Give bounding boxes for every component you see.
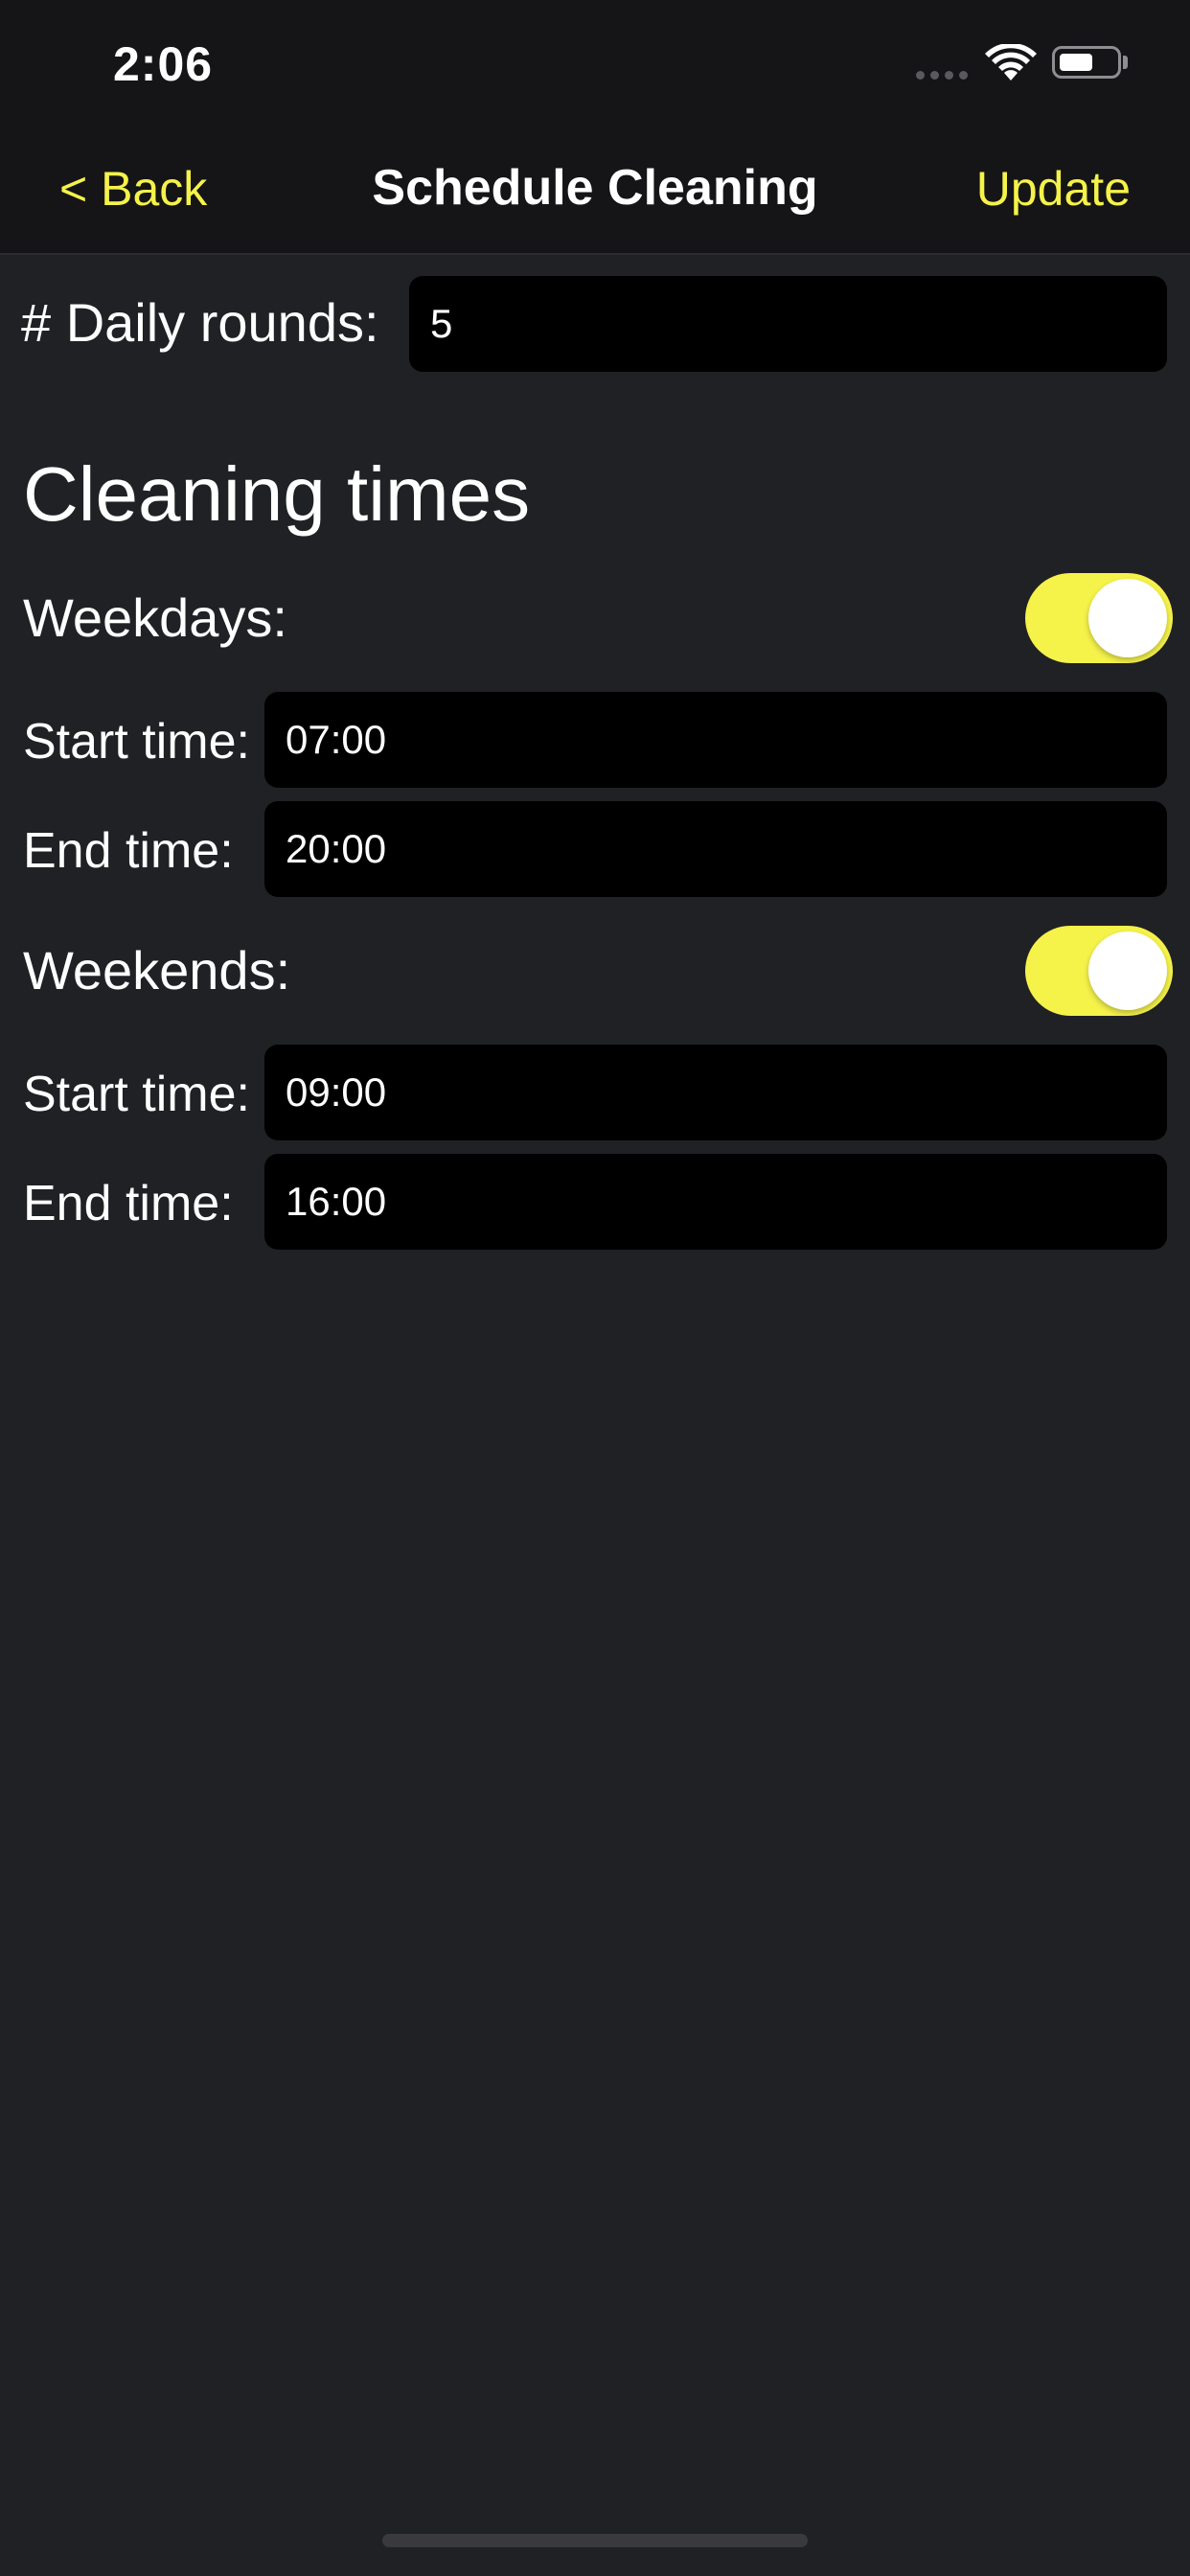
cellular-signal-icon [916, 71, 968, 80]
weekends-start-input[interactable]: 09:00 [264, 1045, 1167, 1140]
battery-tip [1123, 56, 1128, 69]
weekdays-start-input[interactable]: 07:00 [264, 692, 1167, 788]
weekdays-toggle-knob [1088, 579, 1167, 657]
weekends-label: Weekends: [23, 940, 291, 1000]
daily-rounds-value: 5 [430, 301, 453, 346]
header: 2:06 Schedule Cleaning < Back Update [0, 0, 1190, 255]
wifi-icon [985, 44, 1037, 80]
back-button[interactable]: < Back [59, 161, 207, 217]
weekdays-toggle[interactable] [1025, 573, 1173, 663]
weekdays-end-input[interactable]: 20:00 [264, 801, 1167, 897]
cleaning-times-title: Cleaning times [23, 451, 531, 537]
update-button[interactable]: Update [976, 161, 1131, 217]
weekends-start-value: 09:00 [286, 1070, 387, 1115]
weekdays-end-value: 20:00 [286, 826, 387, 871]
weekdays-label: Weekdays: [23, 587, 287, 648]
schedule-cleaning-screen: 2:06 Schedule Cleaning < Back Update # D… [0, 0, 1190, 2576]
daily-rounds-input[interactable]: 5 [409, 276, 1167, 372]
status-time: 2:06 [113, 37, 214, 91]
daily-rounds-label: # Daily rounds: [21, 292, 379, 353]
home-indicator[interactable] [382, 2534, 808, 2547]
weekdays-start-label: Start time: [23, 714, 250, 770]
battery-icon [1052, 46, 1121, 79]
weekends-end-label: End time: [23, 1176, 234, 1231]
weekends-toggle-knob [1088, 932, 1167, 1010]
weekends-end-input[interactable]: 16:00 [264, 1154, 1167, 1250]
weekdays-end-label: End time: [23, 823, 234, 879]
weekends-toggle[interactable] [1025, 926, 1173, 1016]
weekends-start-label: Start time: [23, 1067, 250, 1122]
weekdays-start-value: 07:00 [286, 717, 387, 762]
weekends-end-value: 16:00 [286, 1179, 387, 1224]
